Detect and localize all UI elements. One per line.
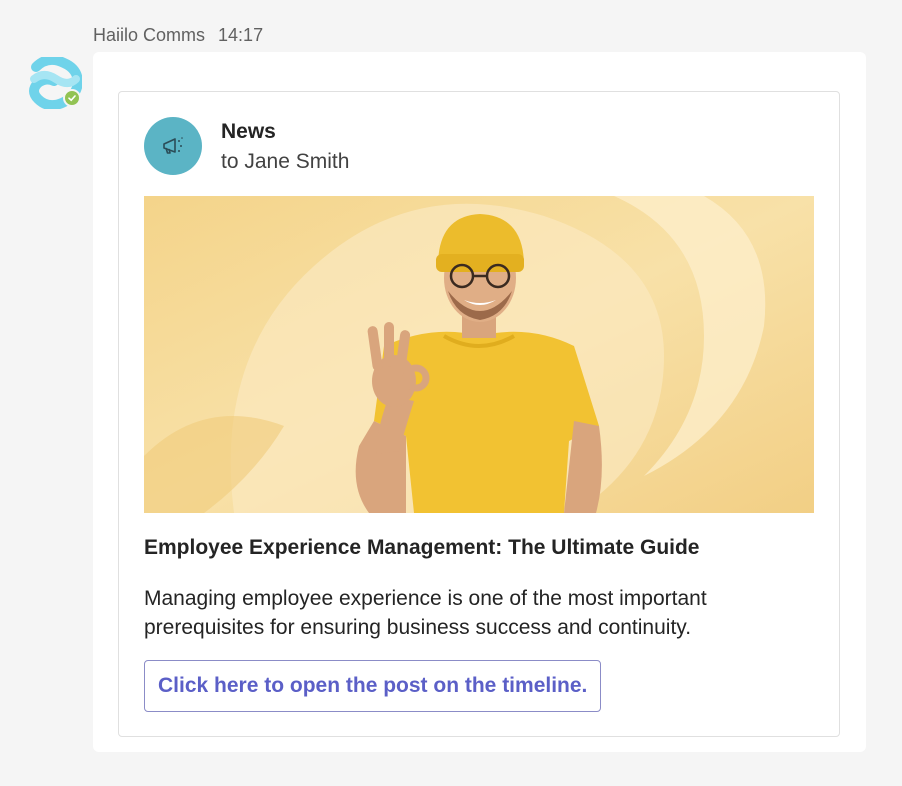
sender-line: Haiilo Comms 14:17 [93, 25, 263, 46]
post-excerpt: Managing employee experience is one of t… [144, 587, 707, 639]
news-card: News to Jane Smith Employee Experience M… [118, 91, 840, 737]
message-bubble: News to Jane Smith Employee Experience M… [93, 52, 866, 752]
post-title: Employee Experience Management: The Ulti… [144, 536, 700, 559]
sender-name[interactable]: Haiilo Comms [93, 25, 205, 46]
open-post-button[interactable]: Click here to open the post on the timel… [144, 660, 602, 712]
card-icon [144, 117, 202, 175]
card-title: News [221, 120, 276, 143]
card-recipient: to Jane Smith [221, 150, 350, 173]
presence-available-icon [63, 89, 81, 107]
message-timestamp: 14:17 [218, 25, 264, 45]
hero-image [144, 196, 814, 513]
megaphone-icon [163, 137, 183, 154]
